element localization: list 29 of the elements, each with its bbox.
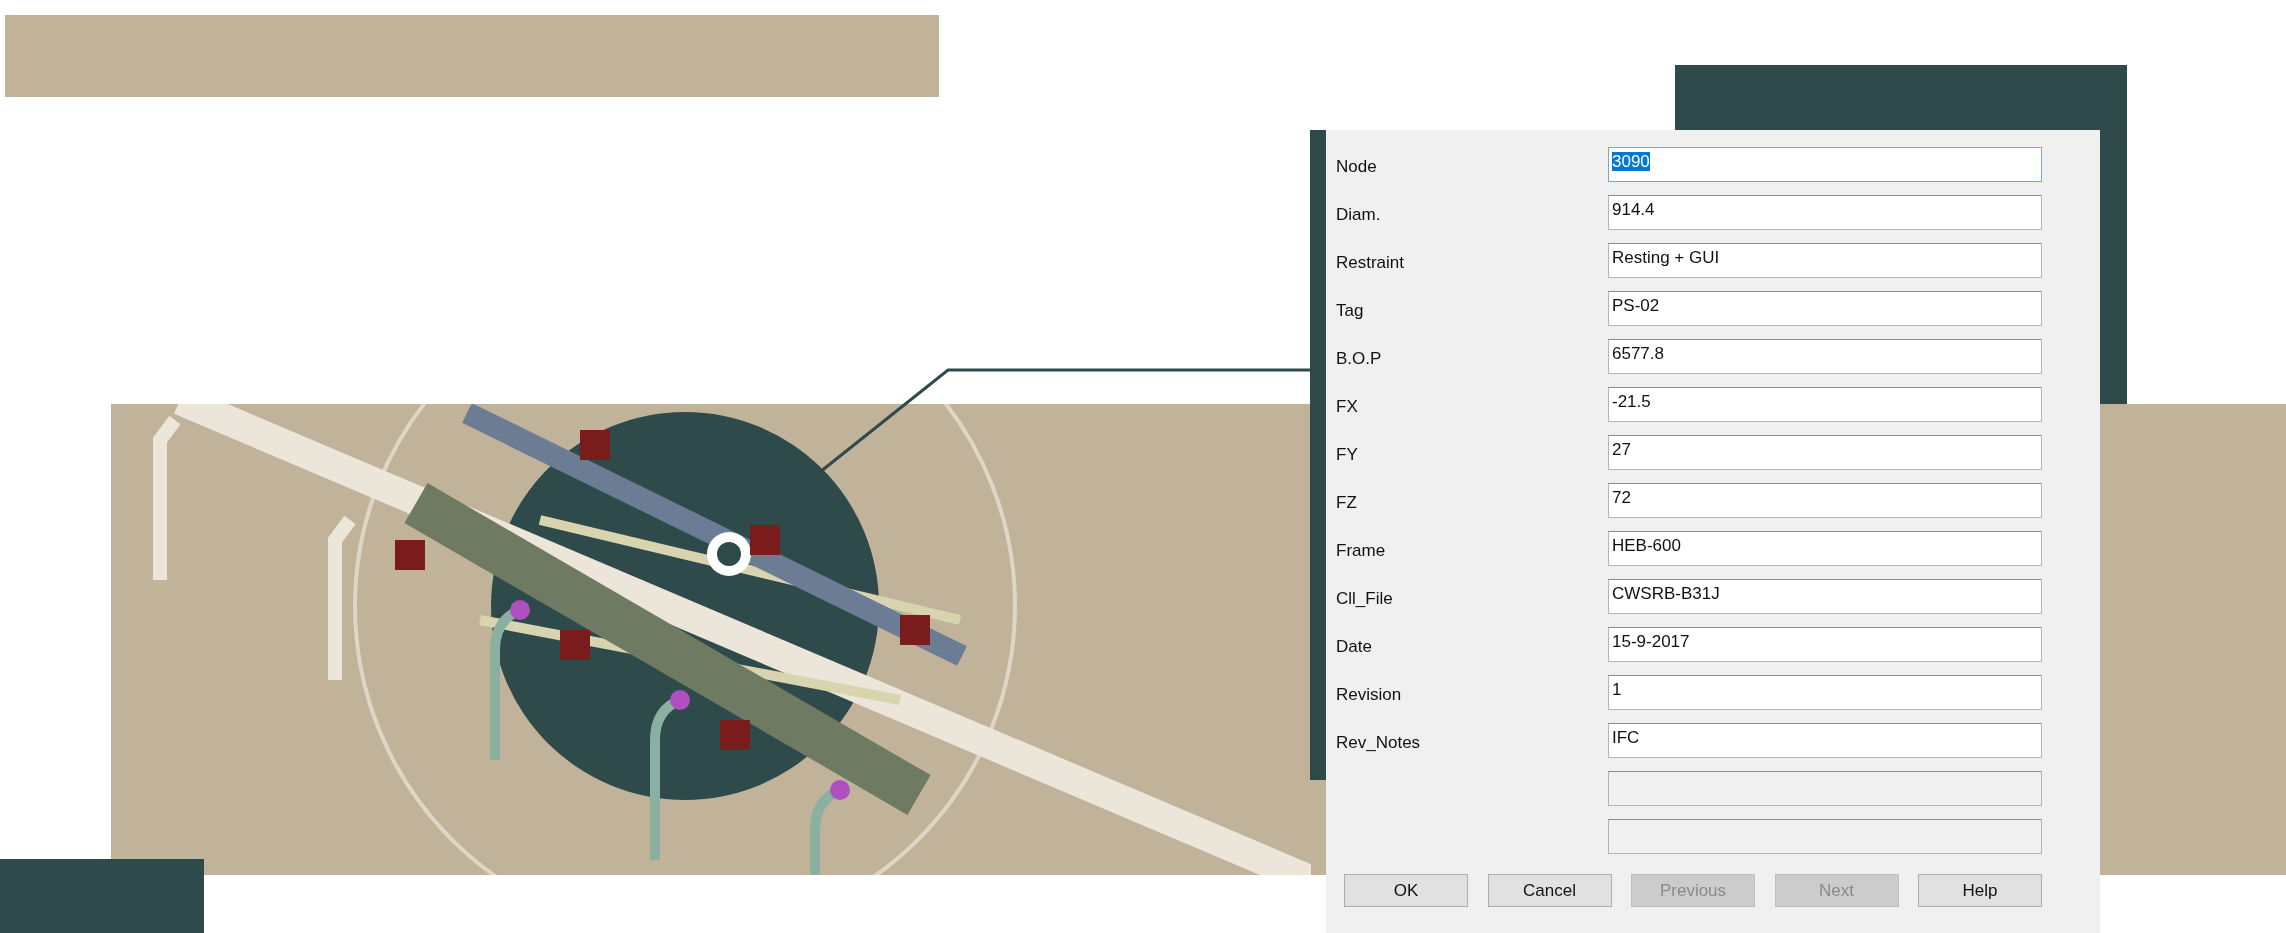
field-label: Rev_Notes bbox=[1336, 731, 1422, 753]
field-label: FX bbox=[1336, 395, 1359, 417]
dialog-button[interactable]: OK bbox=[1344, 874, 1468, 907]
field-label: Diam. bbox=[1336, 203, 1382, 225]
input-field[interactable]: 1 bbox=[1608, 675, 2042, 710]
field-label: FY bbox=[1336, 443, 1359, 465]
dialog-button[interactable]: Cancel bbox=[1487, 874, 1612, 907]
field-label: Cll_File bbox=[1336, 587, 1394, 609]
input-field[interactable]: CWSRB-B31J bbox=[1608, 579, 2042, 614]
field-label: Node bbox=[1336, 155, 1378, 177]
input-field[interactable]: 72 bbox=[1608, 483, 2042, 518]
field-label: B.O.P bbox=[1336, 347, 1383, 369]
input-field[interactable]: -21.5 bbox=[1608, 387, 2042, 422]
input-field[interactable]: 6577.8 bbox=[1608, 339, 2042, 374]
field-label: Restraint bbox=[1336, 251, 1406, 273]
input-field[interactable]: Resting + GUI bbox=[1608, 243, 2042, 278]
input-field[interactable]: IFC bbox=[1608, 723, 2042, 758]
input-field[interactable]: PS-02 bbox=[1608, 291, 2042, 326]
field-label: Date bbox=[1336, 635, 1373, 657]
field-label: Tag bbox=[1336, 299, 1365, 321]
input-field[interactable]: HEB-600 bbox=[1608, 531, 2042, 566]
field-label: FZ bbox=[1336, 491, 1358, 513]
field-label: Revision bbox=[1336, 683, 1403, 705]
field-label: Frame bbox=[1336, 539, 1387, 561]
input-field[interactable]: 15-9-2017 bbox=[1608, 627, 2042, 662]
input-field[interactable]: 27 bbox=[1608, 435, 2042, 470]
input-field[interactable]: 3090 bbox=[1608, 147, 2042, 182]
dialog-button[interactable]: Help bbox=[1918, 874, 2042, 907]
input-field[interactable]: 914.4 bbox=[1608, 195, 2042, 230]
